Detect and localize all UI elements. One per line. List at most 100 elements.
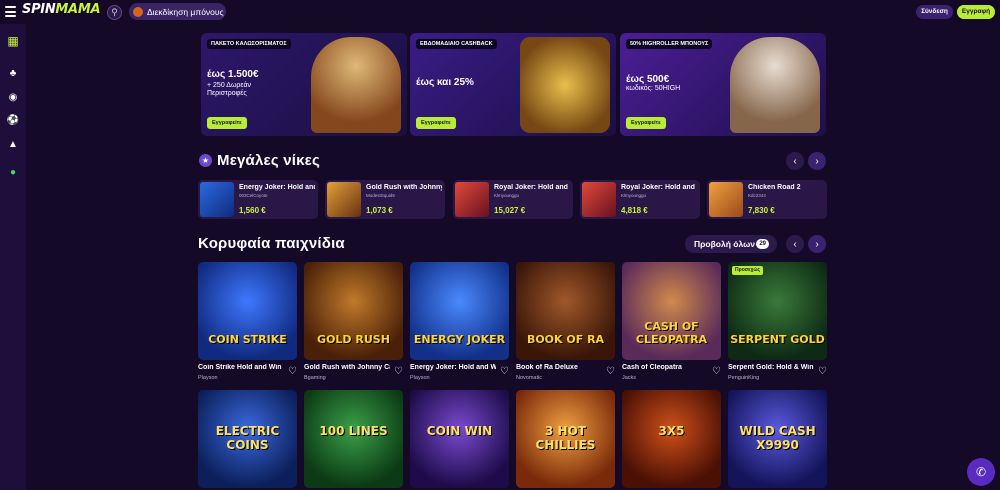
game-tile[interactable]: WILD CASH X9990 bbox=[728, 390, 827, 488]
top-games-prev-button[interactable]: ‹ bbox=[786, 235, 804, 253]
win-amount: 15,027 € bbox=[494, 206, 526, 215]
game-tile-title: 3X5 bbox=[658, 424, 685, 438]
promo-banner-cashback[interactable]: ΕΒΔΟΜΑΔΙΑΙΟ CASHBACK έως και 25% Εγγραφε… bbox=[410, 33, 616, 136]
game-thumbnail bbox=[709, 182, 743, 217]
game-tile[interactable]: ENERGY JOKER bbox=[410, 262, 509, 360]
game-card[interactable]: CASH OF CLEOPATRA Cash of Cleopatra Jack… bbox=[622, 262, 721, 381]
promo-headline: έως 500€ bbox=[626, 74, 670, 85]
game-tile[interactable]: ELECTRIC COINS bbox=[198, 390, 297, 488]
game-tile[interactable]: COIN STRIKE bbox=[198, 262, 297, 360]
game-tile[interactable]: 3X5 bbox=[622, 390, 721, 488]
game-card[interactable]: GOLD RUSH Gold Rush with Johnny Cash Bga… bbox=[304, 262, 403, 381]
promo-character-image bbox=[311, 37, 401, 133]
win-game-name: Royal Joker: Hold and Win bbox=[621, 184, 697, 191]
promo-signup-button[interactable]: Εγγραφείτε bbox=[416, 117, 456, 129]
game-card[interactable]: COIN STRIKE Coin Strike Hold and Win Pla… bbox=[198, 262, 297, 381]
promo-character-image bbox=[730, 37, 820, 133]
big-win-card[interactable]: Gold Rush with Johnny Cash ModestSquid9 … bbox=[325, 180, 445, 219]
game-tile-title: WILD CASH X9990 bbox=[739, 424, 816, 452]
game-tile-title: 3 HOT CHILLIES bbox=[535, 424, 596, 452]
games-count-badge: 29 bbox=[756, 239, 769, 249]
game-thumbnail bbox=[327, 182, 361, 217]
favorite-heart-icon[interactable]: ♡ bbox=[712, 366, 721, 377]
sidebar-casino-icon[interactable]: ♣ bbox=[4, 66, 22, 80]
sidebar-promo-icon[interactable]: ▦ bbox=[4, 34, 22, 48]
sidebar-live-icon[interactable]: ◉ bbox=[4, 90, 22, 104]
promo-tag: ΠΑΚΕΤΟ ΚΑΛΩΣΟΡΙΣΜΑΤΟΣ bbox=[207, 39, 291, 49]
view-all-label: Προβολή όλων bbox=[694, 239, 755, 249]
favorite-heart-icon[interactable]: ♡ bbox=[818, 366, 827, 377]
claim-bonus-label: Διεκδίκηση μπόνους bbox=[147, 6, 224, 17]
game-name: Gold Rush with Johnny Cash bbox=[304, 364, 390, 371]
game-name: Energy Joker: Hold and Win bbox=[410, 364, 496, 371]
game-provider: Jacks bbox=[622, 375, 637, 381]
game-tile-title: SERPENT GOLD bbox=[730, 333, 825, 346]
promo-signup-button[interactable]: Εγγραφείτε bbox=[626, 117, 666, 129]
big-wins-prev-button[interactable]: ‹ bbox=[786, 152, 804, 170]
promo-tag: ΕΒΔΟΜΑΔΙΑΙΟ CASHBACK bbox=[416, 39, 497, 49]
game-tile[interactable]: 3 HOT CHILLIES bbox=[516, 390, 615, 488]
sidebar: ▦ ♣ ◉ ⚽ ▲ ● bbox=[0, 24, 26, 490]
game-provider: Playson bbox=[198, 375, 218, 381]
big-win-card[interactable]: Chicken Road 2 Kdc2343 7,830 € bbox=[707, 180, 827, 219]
game-tile[interactable]: CASH OF CLEOPATRA bbox=[622, 262, 721, 360]
game-tile[interactable]: COIN WIN bbox=[410, 390, 509, 488]
menu-icon[interactable] bbox=[5, 6, 16, 17]
promo-signup-button[interactable]: Εγγραφείτε bbox=[207, 117, 247, 129]
favorite-heart-icon[interactable]: ♡ bbox=[288, 366, 297, 377]
game-tile-title: COIN WIN bbox=[426, 424, 493, 438]
game-card[interactable]: Προσεχώς SERPENT GOLD Serpent Gold: Hold… bbox=[728, 262, 827, 381]
win-game-name: Gold Rush with Johnny Cash bbox=[366, 184, 442, 191]
game-tile[interactable]: GOLD RUSH bbox=[304, 262, 403, 360]
favorite-heart-icon[interactable]: ♡ bbox=[394, 366, 403, 377]
big-wins-title: Μεγάλες νίκες bbox=[217, 152, 321, 169]
sidebar-esports-icon[interactable]: ▲ bbox=[4, 137, 22, 151]
game-card[interactable]: BOOK OF RA Book of Ra Deluxe Novomatic ♡ bbox=[516, 262, 615, 381]
view-all-button[interactable]: Προβολή όλων 29 bbox=[685, 235, 777, 253]
game-tile-title: ENERGY JOKER bbox=[413, 333, 506, 346]
support-chat-icon[interactable]: ✆ bbox=[967, 458, 995, 486]
sidebar-vip-icon[interactable]: ● bbox=[4, 165, 22, 179]
game-tile[interactable]: BOOK OF RA bbox=[516, 262, 615, 360]
big-win-card[interactable]: Royal Joker: Hold and Win Klmyounggu 15,… bbox=[453, 180, 573, 219]
win-amount: 4,818 € bbox=[621, 206, 648, 215]
game-tile-title: ELECTRIC COINS bbox=[215, 424, 280, 452]
sidebar-sports-icon[interactable]: ⚽ bbox=[4, 113, 22, 127]
login-button[interactable]: Σύνδεση bbox=[916, 5, 953, 19]
game-card[interactable]: ENERGY JOKER Energy Joker: Hold and Win … bbox=[410, 262, 509, 381]
win-user: Klmyounggu bbox=[621, 193, 647, 198]
win-amount: 1,073 € bbox=[366, 206, 393, 215]
game-thumbnail bbox=[582, 182, 616, 217]
gift-icon bbox=[133, 6, 143, 17]
promo-headline: έως 1.500€ bbox=[207, 69, 259, 80]
game-tile[interactable]: 100 LINES bbox=[304, 390, 403, 488]
claim-bonus-button[interactable]: Διεκδίκηση μπόνους bbox=[129, 3, 226, 20]
promo-subline: Περιστροφές bbox=[207, 90, 247, 97]
promo-banner-highroller[interactable]: 50% HIGHROLLER ΜΠΟΝΟΥΣ έως 500€ κωδικός:… bbox=[620, 33, 826, 136]
game-name: Serpent Gold: Hold & Win bbox=[728, 364, 814, 371]
promo-headline: έως και 25% bbox=[416, 77, 474, 88]
win-amount: 1,560 € bbox=[239, 206, 266, 215]
promo-tag: 50% HIGHROLLER ΜΠΟΝΟΥΣ bbox=[626, 39, 713, 49]
win-user: ModestSquid9 bbox=[366, 193, 395, 198]
logo-text-mama: MAMA bbox=[55, 2, 101, 17]
coming-soon-badge: Προσεχώς bbox=[732, 266, 764, 275]
logo[interactable]: SPINMAMA bbox=[22, 2, 101, 17]
win-game-name: Royal Joker: Hold and Win bbox=[494, 184, 570, 191]
favorite-heart-icon[interactable]: ♡ bbox=[500, 366, 509, 377]
game-provider: Novomatic bbox=[516, 375, 542, 381]
big-win-card[interactable]: Energy Joker: Hold and Win 003CelCoyote … bbox=[198, 180, 318, 219]
promo-subline: κωδικός: 50HIGH bbox=[626, 85, 681, 92]
game-tile-title: GOLD RUSH bbox=[317, 333, 390, 346]
game-tile[interactable]: Προσεχώς SERPENT GOLD bbox=[728, 262, 827, 360]
search-icon[interactable]: ⚲ bbox=[107, 5, 122, 20]
promo-subline: + 250 Δωρεάν bbox=[207, 82, 252, 89]
big-win-card[interactable]: Royal Joker: Hold and Win Klmyounggu 4,8… bbox=[580, 180, 700, 219]
signup-button[interactable]: Εγγραφή bbox=[957, 5, 995, 19]
game-thumbnail bbox=[455, 182, 489, 217]
promo-banner-welcome[interactable]: ΠΑΚΕΤΟ ΚΑΛΩΣΟΡΙΣΜΑΤΟΣ έως 1.500€ + 250 Δ… bbox=[201, 33, 407, 136]
big-wins-next-button[interactable]: › bbox=[808, 152, 826, 170]
top-games-next-button[interactable]: › bbox=[808, 235, 826, 253]
favorite-heart-icon[interactable]: ♡ bbox=[606, 366, 615, 377]
big-wins-list: Energy Joker: Hold and Win 003CelCoyote … bbox=[198, 180, 828, 219]
